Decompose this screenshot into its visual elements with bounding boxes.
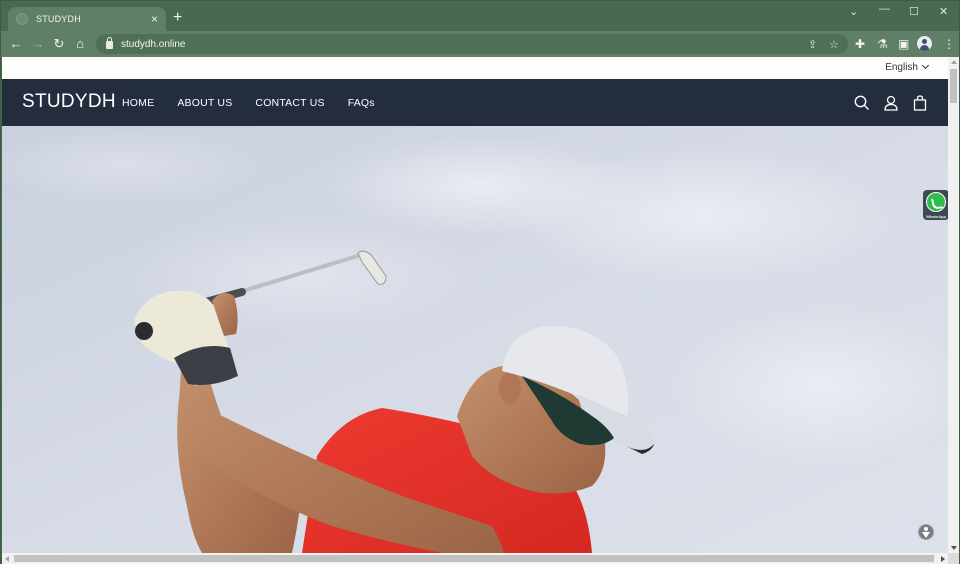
scroll-down-arrow-icon[interactable] — [951, 546, 957, 550]
tab-title: STUDYDH — [36, 14, 81, 24]
search-icon[interactable] — [853, 94, 871, 112]
nav-contact-us[interactable]: CONTACT US — [255, 97, 324, 109]
nav-faqs[interactable]: FAQs — [348, 97, 375, 109]
reload-icon[interactable]: ↻ — [51, 36, 67, 52]
window-close-icon[interactable]: ✕ — [939, 5, 948, 18]
account-icon[interactable] — [882, 94, 900, 112]
language-bar: English — [2, 57, 948, 79]
web-page: English STUDYDH HOME ABOUT US CONTACT US… — [2, 57, 948, 553]
url-text[interactable]: studydh.online — [121, 39, 186, 50]
hero-banner — [2, 126, 948, 553]
nav-about-us[interactable]: ABOUT US — [177, 97, 232, 109]
scroll-up-arrow-icon[interactable] — [951, 60, 957, 64]
bookmark-star-icon[interactable]: ☆ — [829, 38, 839, 51]
accessibility-icon[interactable] — [918, 524, 934, 540]
new-tab-button[interactable]: + — [173, 9, 182, 27]
chevron-down-icon — [921, 61, 930, 70]
extensions-icon[interactable]: ✚ — [855, 36, 865, 52]
whatsapp-label: WhatsApp — [926, 214, 946, 219]
address-bar[interactable]: studydh.online ⇪ ☆ — [96, 34, 848, 54]
whatsapp-button[interactable]: WhatsApp — [923, 190, 949, 220]
scroll-right-arrow-icon[interactable] — [941, 556, 945, 562]
nav-home[interactable]: HOME — [122, 97, 154, 109]
browser-tab[interactable]: STUDYDH × — [8, 7, 166, 31]
share-icon[interactable]: ⇪ — [808, 38, 817, 51]
favicon-icon — [16, 13, 28, 25]
site-header: STUDYDH HOME ABOUT US CONTACT US FAQs — [2, 79, 948, 126]
horizontal-scrollbar[interactable] — [2, 553, 948, 564]
scroll-left-arrow-icon[interactable] — [5, 556, 9, 562]
maximize-icon[interactable]: ☐ — [909, 5, 919, 18]
vertical-scroll-thumb[interactable] — [950, 69, 957, 103]
side-panel-icon[interactable]: ▣ — [898, 36, 909, 52]
scrollbar-corner — [948, 553, 959, 564]
vertical-scrollbar[interactable] — [948, 57, 959, 553]
tab-search-chevron-down-icon[interactable]: ⌄ — [849, 5, 858, 18]
language-selector[interactable]: English — [885, 61, 930, 73]
browser-toolbar: ← → ↻ ⌂ studydh.online ⇪ ☆ ✚ ⚗ ▣ ⋮ — [1, 31, 959, 57]
back-arrow-icon[interactable]: ← — [8, 36, 24, 52]
forward-arrow-icon[interactable]: → — [30, 36, 46, 52]
hero-image-golfer — [2, 126, 948, 553]
menu-dots-icon[interactable]: ⋮ — [943, 36, 955, 52]
labs-flask-icon[interactable]: ⚗ — [877, 36, 888, 52]
profile-avatar[interactable] — [917, 36, 932, 51]
cart-bag-icon[interactable] — [911, 94, 929, 112]
main-nav: HOME ABOUT US CONTACT US FAQs — [122, 97, 375, 109]
minimize-icon[interactable]: — — [879, 3, 890, 15]
site-logo[interactable]: STUDYDH — [22, 91, 116, 113]
home-icon[interactable]: ⌂ — [72, 36, 88, 52]
browser-window: STUDYDH × + ⌄ — ☐ ✕ ← → ↻ ⌂ studydh.onli… — [0, 0, 960, 564]
whatsapp-icon — [926, 192, 946, 212]
tab-strip: STUDYDH × + ⌄ — ☐ ✕ — [1, 1, 959, 31]
language-label: English — [885, 62, 918, 73]
horizontal-scroll-thumb[interactable] — [14, 555, 934, 562]
tab-close-icon[interactable]: × — [151, 13, 158, 25]
lock-icon[interactable] — [106, 37, 113, 49]
